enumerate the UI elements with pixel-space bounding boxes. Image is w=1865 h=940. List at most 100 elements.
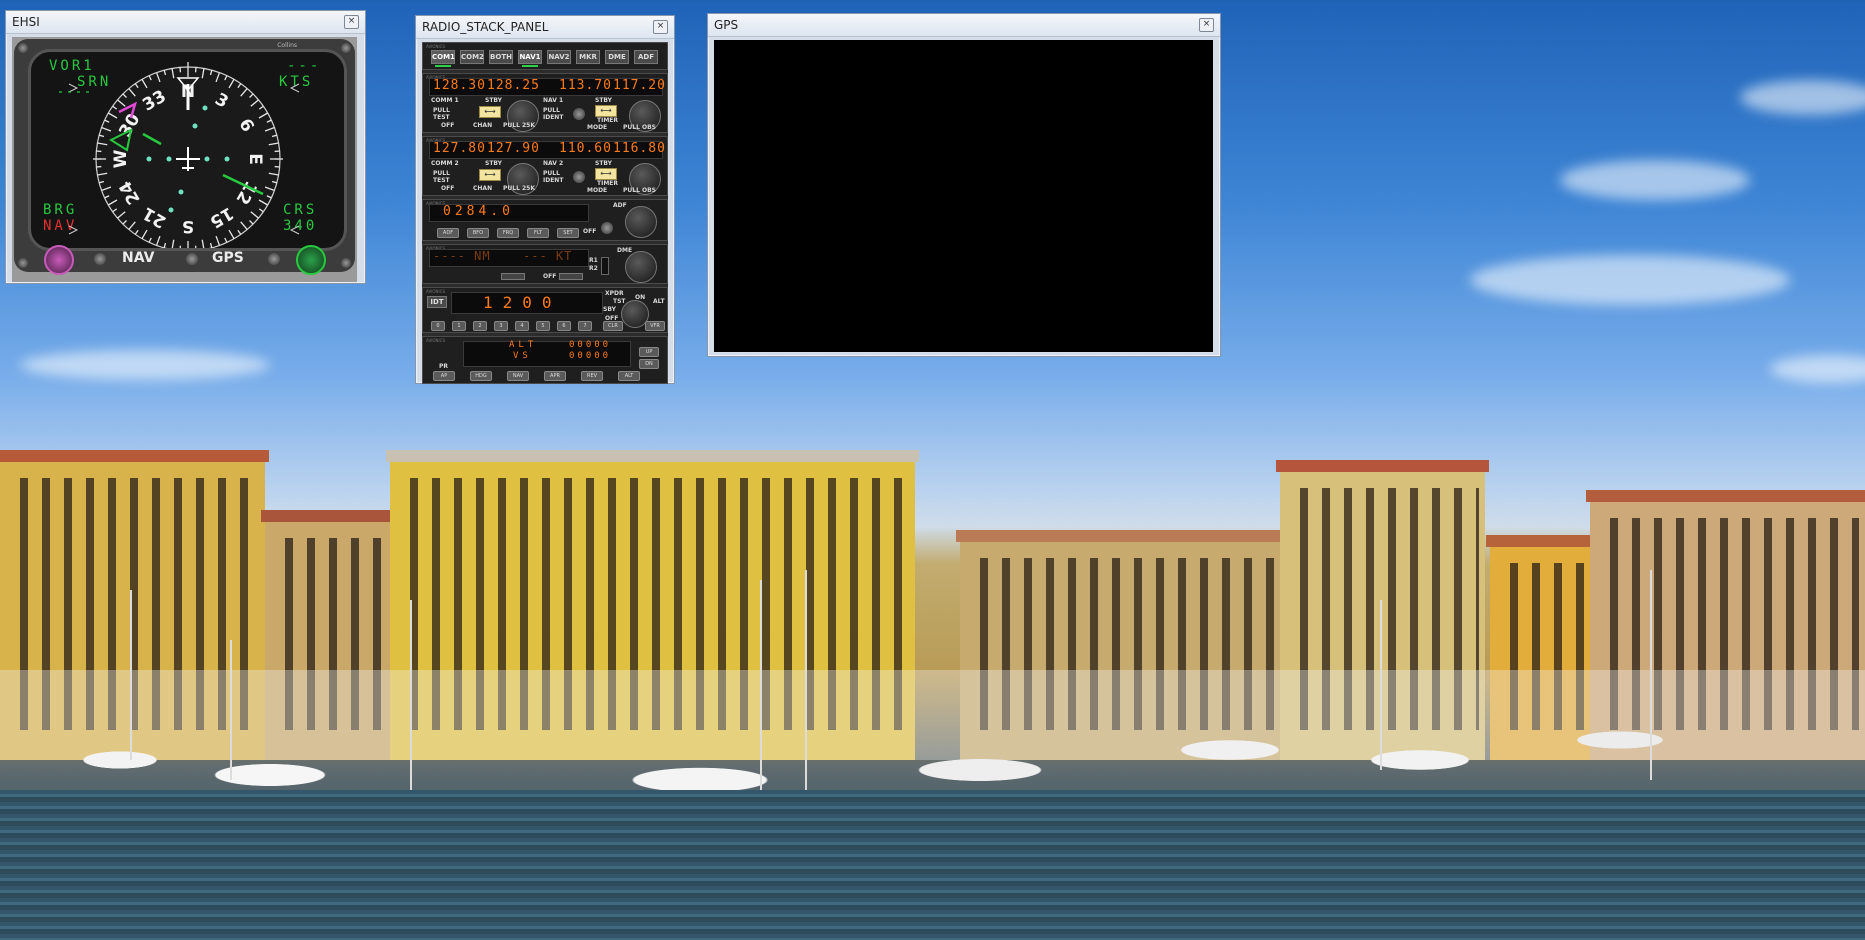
window-title: EHSI	[12, 15, 40, 29]
audio-button-both[interactable]: BOTH	[489, 50, 513, 64]
brand-label: AVIONICS	[426, 338, 446, 343]
comm1-swap-button[interactable]: ⟷	[479, 106, 501, 118]
radio-stack-titlebar[interactable]: RADIO_STACK_PANEL ×	[416, 16, 674, 39]
audio-button-dme[interactable]: DME	[605, 50, 629, 64]
adf-volume-knob[interactable]	[601, 222, 613, 234]
dme-speed: --- KT	[523, 249, 573, 263]
adf-button-frq[interactable]: FRQ	[497, 228, 519, 238]
comm2-chan: CHAN	[473, 185, 493, 192]
adf-label: ADF	[613, 202, 627, 209]
dme-source-switch[interactable]	[601, 257, 609, 275]
ap-button-rev[interactable]: REV	[581, 371, 603, 381]
comm2-swap-button[interactable]: ⟷	[479, 169, 501, 181]
nav2-stby-label: STBY	[595, 160, 613, 167]
xpdr-digit-button[interactable]: 0	[431, 321, 445, 331]
ap-button-nav[interactable]: NAV	[507, 371, 529, 381]
audio-button-nav2[interactable]: NAV2	[547, 50, 571, 64]
nav1-pull-obs: PULL OBS	[623, 124, 656, 131]
ap-pr-label: PR	[439, 363, 449, 370]
adf-button-flt[interactable]: FLT	[527, 228, 549, 238]
nav1-active-freq: 113.70	[559, 78, 612, 93]
cloud	[1560, 160, 1750, 200]
audio-button-adf[interactable]: ADF	[634, 50, 658, 64]
xpdr-alt: ALT	[653, 298, 665, 305]
ap-alt-label: ALT	[509, 340, 538, 350]
adf-off-label: OFF	[583, 228, 597, 235]
nav2-timer: TIMER	[597, 180, 619, 187]
nav2-swap-button[interactable]: ⟷	[595, 168, 617, 180]
xpdr-vfr-button[interactable]: VFR	[645, 321, 665, 331]
gps-screen[interactable]	[714, 40, 1213, 352]
nav-label: NAV	[122, 250, 155, 266]
ap-up-button[interactable]: UP	[639, 347, 659, 357]
adf-button-bfo[interactable]: BFO	[467, 228, 489, 238]
xpdr-digit-button[interactable]: 3	[494, 321, 508, 331]
ap-button-ap[interactable]: AP	[433, 371, 455, 381]
xpdr-clr-button[interactable]: CLR	[603, 321, 623, 331]
comm1-pull-test: PULL TEST	[433, 107, 450, 121]
comm1-standby-freq: 128.25	[487, 78, 540, 93]
nav1-volume-knob[interactable]	[573, 108, 585, 120]
xpdr-digit-button[interactable]: 4	[515, 321, 529, 331]
audio-button-com1[interactable]: COM1	[431, 50, 455, 67]
gps-titlebar[interactable]: GPS ×	[708, 14, 1220, 37]
caret	[289, 83, 300, 93]
ehsi-bezel: Collins VOR1 SRN --- KTS BRG NAV CRS 340…	[14, 39, 355, 275]
ap-button-apr[interactable]: APR	[544, 371, 566, 381]
audio-button-mkr[interactable]: MKR	[576, 50, 600, 64]
adf-tuning-knob[interactable]	[625, 206, 657, 238]
comm1-label: COMM 1	[431, 97, 459, 104]
course-knob[interactable]	[296, 245, 326, 275]
comm2-active-freq: 127.80	[433, 141, 486, 156]
comm1-pull25k: PULL 25K	[503, 122, 536, 129]
adf-button-set[interactable]: SET	[557, 228, 579, 238]
screw-icon	[341, 258, 351, 268]
nav2-active-freq: 110.60	[559, 141, 612, 156]
nav-selector-knob[interactable]	[94, 253, 106, 265]
dme-panel: AVIONICS ---- NM --- KT DME R1 R2 OFF	[422, 244, 668, 284]
close-button[interactable]: ×	[1199, 18, 1214, 32]
nav2-label: NAV 2	[543, 160, 564, 167]
ident-button[interactable]: IDT	[427, 296, 447, 308]
dme-mode-slider[interactable]	[559, 273, 583, 280]
ehsi-display: VOR1 SRN --- KTS BRG NAV CRS 340 3 6 E 12 15…	[28, 49, 347, 251]
close-button[interactable]: ×	[344, 15, 359, 29]
adf-frequency: 0284.0	[443, 204, 514, 219]
radio-stack-window[interactable]: RADIO_STACK_PANEL × AVIONICS COM1 COM2 BOT…	[415, 15, 675, 384]
ap-dn-button[interactable]: DN	[639, 359, 659, 369]
comm1-off-label: OFF	[441, 122, 455, 129]
boat-mast	[130, 590, 132, 760]
nav2-volume-knob[interactable]	[573, 171, 585, 183]
cloud	[1470, 255, 1790, 305]
ehsi-titlebar[interactable]: EHSI ×	[6, 11, 365, 34]
close-button[interactable]: ×	[653, 20, 668, 34]
dme-knob[interactable]	[625, 251, 657, 283]
gps-window[interactable]: GPS ×	[707, 13, 1221, 357]
xpdr-digit-button[interactable]: 6	[557, 321, 571, 331]
ehsi-instrument: Collins VOR1 SRN --- KTS BRG NAV CRS 340…	[12, 37, 357, 282]
bearing-knob[interactable]	[44, 245, 74, 275]
ehsi-window[interactable]: EHSI × Collins VOR1 SRN --- KTS BRG NAV …	[5, 10, 366, 284]
audio-button-com2[interactable]: COM2	[460, 50, 484, 64]
ap-alt-value: 00000	[569, 340, 612, 350]
source-toggle-knob[interactable]	[186, 253, 198, 265]
comm2-label: COMM 2	[431, 160, 459, 167]
adf-button-adf[interactable]: ADF	[437, 228, 459, 238]
gps-selector-knob[interactable]	[268, 253, 280, 265]
brand-label: Collins	[277, 42, 297, 49]
ap-button-alt[interactable]: ALT	[618, 371, 640, 381]
ehsi-controls: NAV GPS	[44, 245, 326, 275]
indicator-led	[435, 65, 451, 67]
dme-slider[interactable]	[501, 273, 525, 280]
xpdr-digit-button[interactable]: 1	[452, 321, 466, 331]
audio-button-nav1[interactable]: NAV1	[518, 50, 542, 67]
dme-r2: R2	[589, 265, 598, 272]
xpdr-digit-button[interactable]: 2	[473, 321, 487, 331]
screw-icon	[18, 43, 28, 53]
ap-vs-label: VS	[513, 351, 532, 361]
xpdr-digit-button[interactable]: 5	[536, 321, 550, 331]
xpdr-digit-button[interactable]: 7	[578, 321, 592, 331]
ap-button-hdg[interactable]: HDG	[470, 371, 492, 381]
nav1-swap-button[interactable]: ⟷	[595, 105, 617, 117]
xpdr-sby: SBY	[603, 306, 616, 313]
